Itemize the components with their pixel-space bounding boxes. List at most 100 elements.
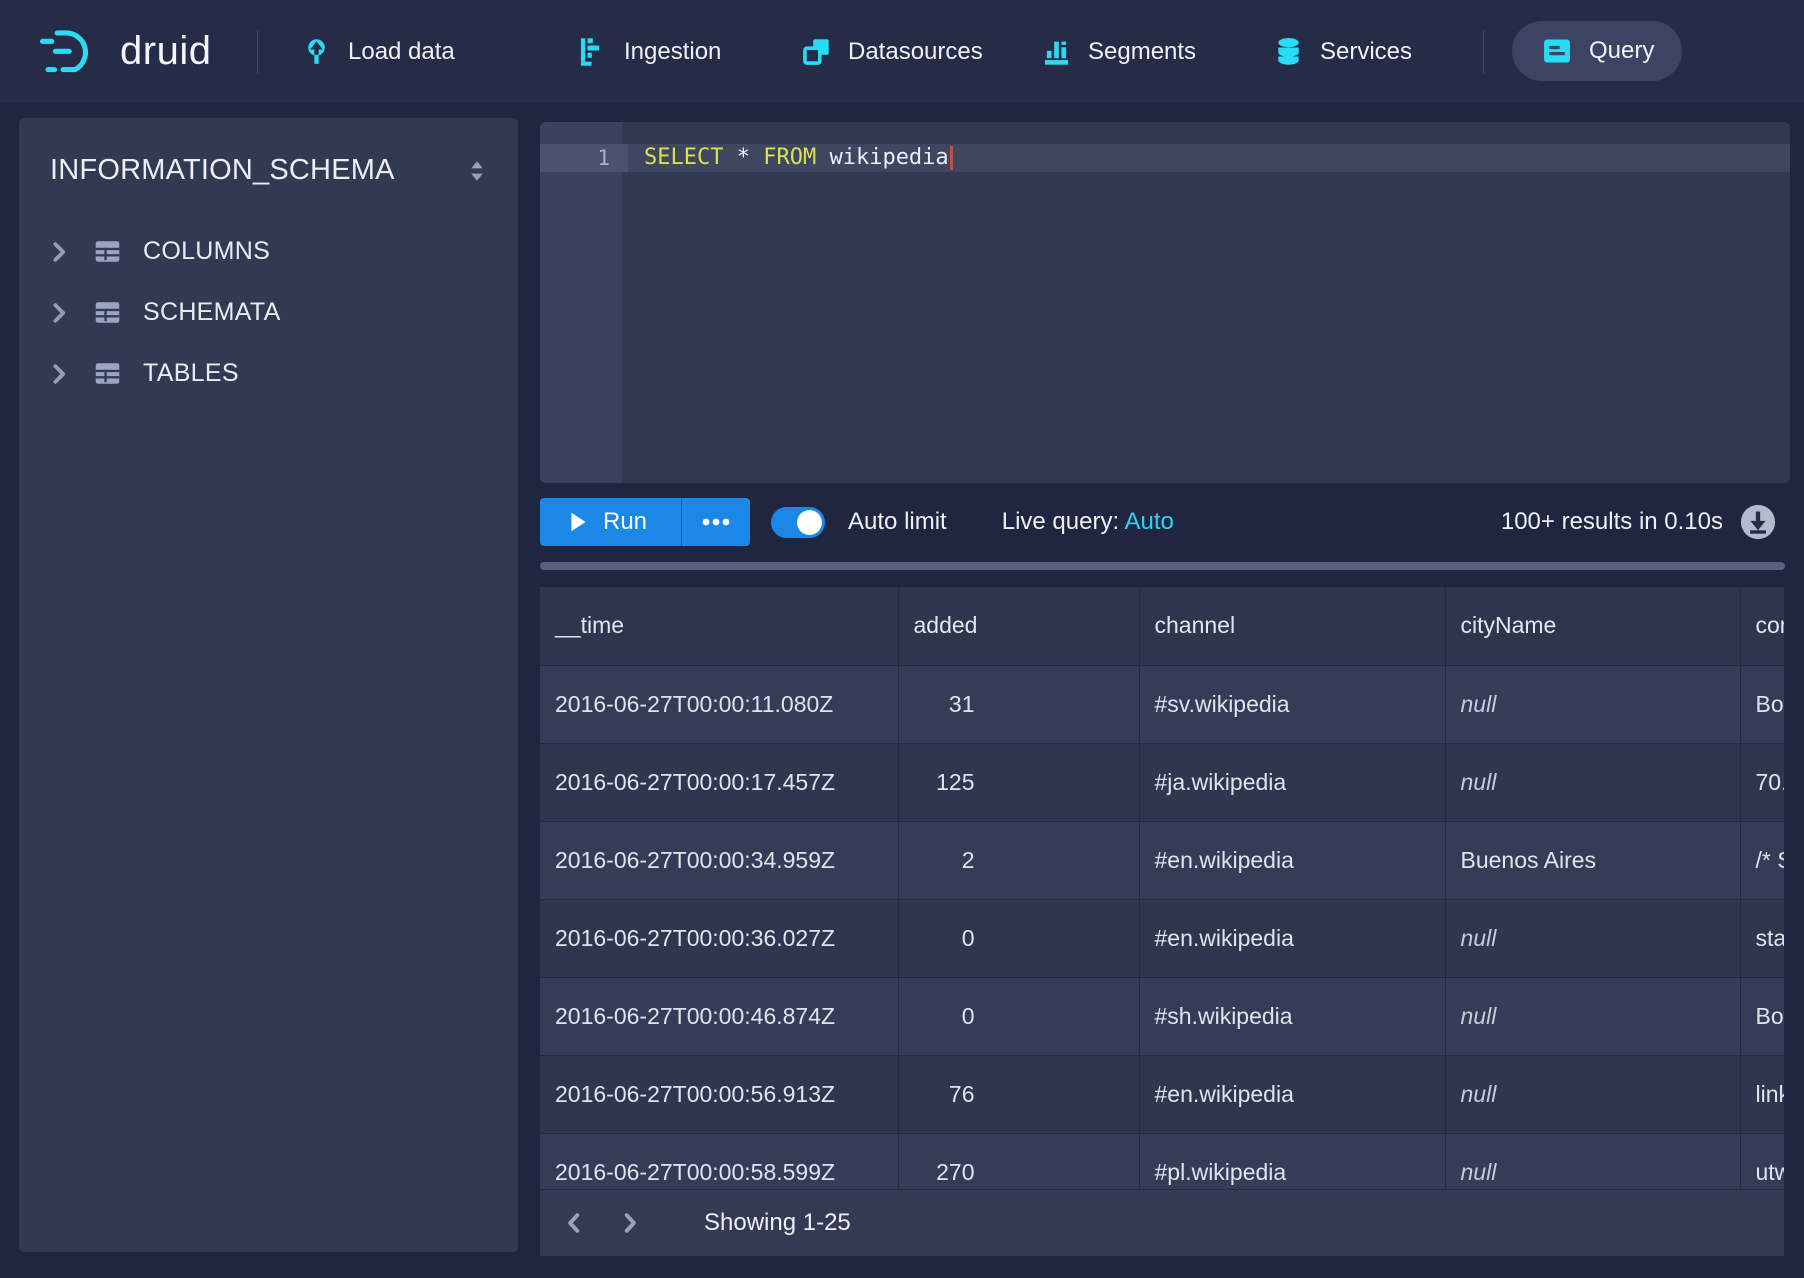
query-editor[interactable]: 1 SELECT * FROM wikipedia [540, 122, 1790, 483]
brand[interactable]: druid [38, 0, 211, 103]
table-icon [92, 236, 123, 267]
column-header-channel[interactable]: channel [1139, 587, 1445, 665]
sql-identifier: wikipedia [816, 145, 948, 170]
run-more-button[interactable] [681, 498, 750, 546]
cell-comment[interactable]: Bot [1740, 977, 1784, 1055]
schema-header: INFORMATION_SCHEMA [19, 118, 518, 187]
cell-__time[interactable]: 2016-06-27T00:00:17.457Z [540, 743, 898, 821]
sql-keyword: FROM [763, 145, 816, 170]
nav-divider [257, 31, 258, 73]
cell-comment[interactable]: link [1740, 1055, 1784, 1133]
sidebar-item-schemata[interactable]: SCHEMATA [19, 282, 518, 343]
table-row: 2016-06-27T00:00:11.080Z31#sv.wikipedian… [540, 665, 1784, 743]
nav-item-load-data[interactable]: Load data [300, 0, 455, 103]
cell-comment[interactable]: /* S [1740, 821, 1784, 899]
column-header-cityName[interactable]: cityName [1445, 587, 1740, 665]
double-caret-vertical-icon[interactable] [464, 158, 490, 184]
sidebar-item-columns[interactable]: COLUMNS [19, 221, 518, 282]
druid-logo-icon [38, 26, 104, 78]
nav-item-label: Services [1320, 38, 1412, 66]
chevron-right-icon[interactable] [47, 240, 71, 264]
column-header-__time[interactable]: __time [540, 587, 898, 665]
brand-name: druid [120, 29, 211, 74]
cell-added[interactable]: 76 [898, 1055, 1139, 1133]
table-name: COLUMNS [143, 237, 270, 266]
cell-comment[interactable]: Bot [1740, 665, 1784, 743]
cell-cityName[interactable]: null [1445, 743, 1740, 821]
chevron-right-icon[interactable] [47, 301, 71, 325]
cell-cityName[interactable]: null [1445, 1133, 1740, 1189]
column-header-added[interactable]: added [898, 587, 1139, 665]
ingestion-icon [576, 35, 609, 68]
play-icon [570, 512, 587, 532]
results-status: 100+ results in 0.10s [1501, 504, 1790, 540]
cell-added[interactable]: 0 [898, 899, 1139, 977]
chevron-right-icon[interactable] [47, 362, 71, 386]
next-page-button[interactable] [608, 1201, 652, 1245]
segments-icon [1040, 35, 1073, 68]
cell-cityName[interactable]: Buenos Aires [1445, 821, 1740, 899]
cell-cityName[interactable]: null [1445, 665, 1740, 743]
pagination-status: Showing 1-25 [704, 1209, 851, 1237]
cell-channel[interactable]: #ja.wikipedia [1139, 743, 1445, 821]
cell-cityName[interactable]: null [1445, 899, 1740, 977]
results-table: __timeaddedchannelcityNamecomment 2016-0… [540, 587, 1784, 1189]
cell-added[interactable]: 31 [898, 665, 1139, 743]
cell-__time[interactable]: 2016-06-27T00:00:34.959Z [540, 821, 898, 899]
download-results-button[interactable] [1740, 504, 1776, 540]
nav-item-label: Datasources [848, 38, 983, 66]
table-icon [92, 358, 123, 389]
cell-channel[interactable]: #sh.wikipedia [1139, 977, 1445, 1055]
cell-channel[interactable]: #sv.wikipedia [1139, 665, 1445, 743]
cell-comment[interactable]: utw [1740, 1133, 1784, 1189]
cell-cityName[interactable]: null [1445, 977, 1740, 1055]
sql-star: * [723, 145, 763, 170]
cell-comment[interactable]: 70. [1740, 743, 1784, 821]
cell-added[interactable]: 270 [898, 1133, 1139, 1189]
nav-item-label: Segments [1088, 38, 1196, 66]
text-cursor [950, 146, 953, 170]
cell-channel[interactable]: #en.wikipedia [1139, 821, 1445, 899]
table-row: 2016-06-27T00:00:36.027Z0#en.wikipedianu… [540, 899, 1784, 977]
services-icon [1272, 35, 1305, 68]
results-header-row: __timeaddedchannelcityNamecomment [540, 587, 1784, 665]
cell-channel[interactable]: #en.wikipedia [1139, 1055, 1445, 1133]
navbar: druid Load data Ingestion Datasources Segme… [0, 0, 1804, 103]
sidebar-item-tables[interactable]: TABLES [19, 343, 518, 404]
cell-channel[interactable]: #en.wikipedia [1139, 899, 1445, 977]
column-header-comment[interactable]: comment [1740, 587, 1784, 665]
previous-page-button[interactable] [552, 1201, 596, 1245]
sql-keyword: SELECT [644, 145, 723, 170]
cell-comment[interactable]: sta [1740, 899, 1784, 977]
cell-added[interactable]: 125 [898, 743, 1139, 821]
cell-__time[interactable]: 2016-06-27T00:00:11.080Z [540, 665, 898, 743]
cell-__time[interactable]: 2016-06-27T00:00:36.027Z [540, 899, 898, 977]
table-name: SCHEMATA [143, 298, 281, 327]
cell-__time[interactable]: 2016-06-27T00:00:46.874Z [540, 977, 898, 1055]
table-row: 2016-06-27T00:00:56.913Z76#en.wikipedian… [540, 1055, 1784, 1133]
nav-item-ingestion[interactable]: Ingestion [576, 0, 721, 103]
nav-item-services[interactable]: Services [1272, 0, 1412, 103]
results-panel: __timeaddedchannelcityNamecomment 2016-0… [540, 587, 1784, 1189]
run-button[interactable]: Run [540, 498, 681, 546]
cell-channel[interactable]: #pl.wikipedia [1139, 1133, 1445, 1189]
cell-__time[interactable]: 2016-06-27T00:00:58.599Z [540, 1133, 898, 1189]
editor-gutter [540, 122, 622, 483]
sql-text[interactable]: SELECT * FROM wikipedia [644, 144, 953, 172]
nav-item-query[interactable]: Query [1512, 21, 1682, 81]
live-query-value[interactable]: Auto [1124, 508, 1173, 535]
nav-item-label: Ingestion [624, 38, 721, 66]
query-icon [1540, 34, 1574, 68]
nav-item-datasources[interactable]: Datasources [800, 0, 983, 103]
druid-console: druid Load data Ingestion Datasources Segme… [0, 0, 1804, 1278]
pane-resize-handle[interactable] [540, 562, 1785, 570]
results-body: 2016-06-27T00:00:11.080Z31#sv.wikipedian… [540, 665, 1784, 1189]
run-button-group: Run [540, 498, 750, 546]
run-button-label: Run [603, 508, 647, 536]
auto-limit-toggle[interactable] [771, 507, 825, 538]
cell-__time[interactable]: 2016-06-27T00:00:56.913Z [540, 1055, 898, 1133]
nav-item-segments[interactable]: Segments [1040, 0, 1196, 103]
cell-added[interactable]: 2 [898, 821, 1139, 899]
cell-cityName[interactable]: null [1445, 1055, 1740, 1133]
cell-added[interactable]: 0 [898, 977, 1139, 1055]
